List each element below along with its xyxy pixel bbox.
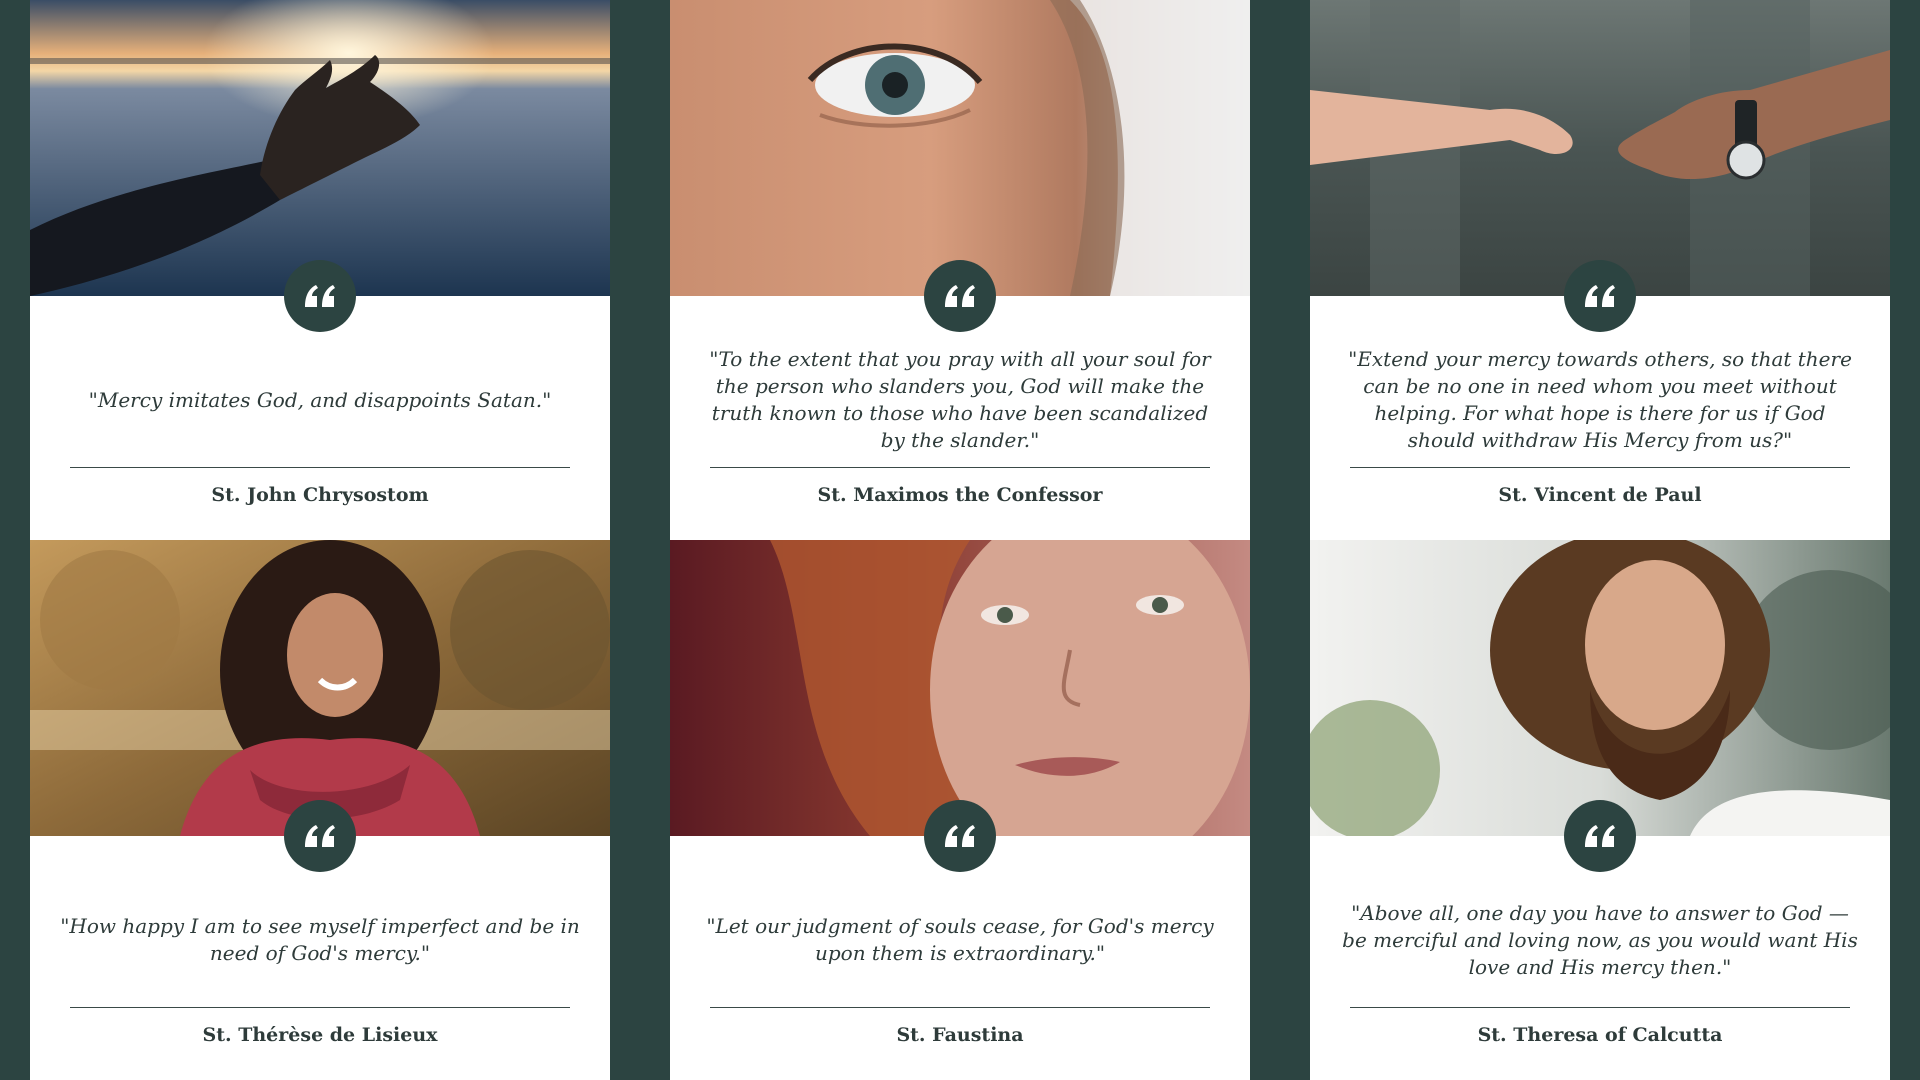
divider (710, 1007, 1210, 1008)
photo-holding-hands (1310, 0, 1890, 296)
quote-text: "Above all, one day you have to answer t… (1342, 900, 1858, 979)
quote-icon (305, 825, 335, 847)
author-name: St. Theresa of Calcutta (1477, 1024, 1723, 1046)
quote-icon (305, 285, 335, 307)
quote-area: "Extend your mercy towards others, so th… (1340, 338, 1860, 462)
quote-card: "To the extent that you pray with all yo… (670, 0, 1250, 540)
photo-bearded-man-looking-up (1310, 540, 1890, 836)
quote-icon (1585, 825, 1615, 847)
quote-icon (1585, 285, 1615, 307)
quote-card: "Extend your mercy towards others, so th… (1310, 0, 1890, 540)
photo-woman-face-closeup (670, 540, 1250, 836)
divider (70, 1007, 570, 1008)
quote-badge (1564, 800, 1636, 872)
quote-text: "Let our judgment of souls cease, for Go… (706, 914, 1214, 965)
author-name: St. Thérèse de Lisieux (202, 1024, 438, 1046)
quote-badge (284, 260, 356, 332)
quote-grid: "Mercy imitates God, and disappoints Sat… (0, 0, 1920, 1080)
photo-smiling-woman-curly-hair (30, 540, 610, 836)
divider (1350, 467, 1850, 468)
author-name: St. Maximos the Confessor (817, 484, 1103, 506)
quote-area: "Let our judgment of souls cease, for Go… (700, 878, 1220, 1002)
quote-area: "To the extent that you pray with all yo… (700, 338, 1220, 462)
quote-icon (945, 285, 975, 307)
quote-card: "Mercy imitates God, and disappoints Sat… (30, 0, 610, 540)
quote-text: "Extend your mercy towards others, so th… (1348, 347, 1852, 452)
author-name: St. Faustina (896, 1024, 1024, 1046)
quote-area: "Above all, one day you have to answer t… (1340, 878, 1860, 1002)
divider (70, 467, 570, 468)
quote-text: "How happy I am to see myself imperfect … (60, 914, 580, 965)
divider (1350, 1007, 1850, 1008)
quote-card: "Above all, one day you have to answer t… (1310, 540, 1890, 1080)
quote-badge (284, 800, 356, 872)
author-name: St. Vincent de Paul (1498, 484, 1702, 506)
quote-text: "Mercy imitates God, and disappoints Sat… (88, 387, 552, 412)
photo-close-up-eye (670, 0, 1250, 296)
divider (710, 467, 1210, 468)
author-name: St. John Chrysostom (211, 484, 429, 506)
quote-card: "How happy I am to see myself imperfect … (30, 540, 610, 1080)
quote-text: "To the extent that you pray with all yo… (709, 347, 1211, 452)
quote-badge (924, 800, 996, 872)
quote-icon (945, 825, 975, 847)
quote-card: "Let our judgment of souls cease, for Go… (670, 540, 1250, 1080)
quote-badge (1564, 260, 1636, 332)
photo-hand-reaching-sunset (30, 0, 610, 296)
quote-area: "Mercy imitates God, and disappoints Sat… (60, 338, 580, 462)
quote-badge (924, 260, 996, 332)
quote-area: "How happy I am to see myself imperfect … (60, 878, 580, 1002)
